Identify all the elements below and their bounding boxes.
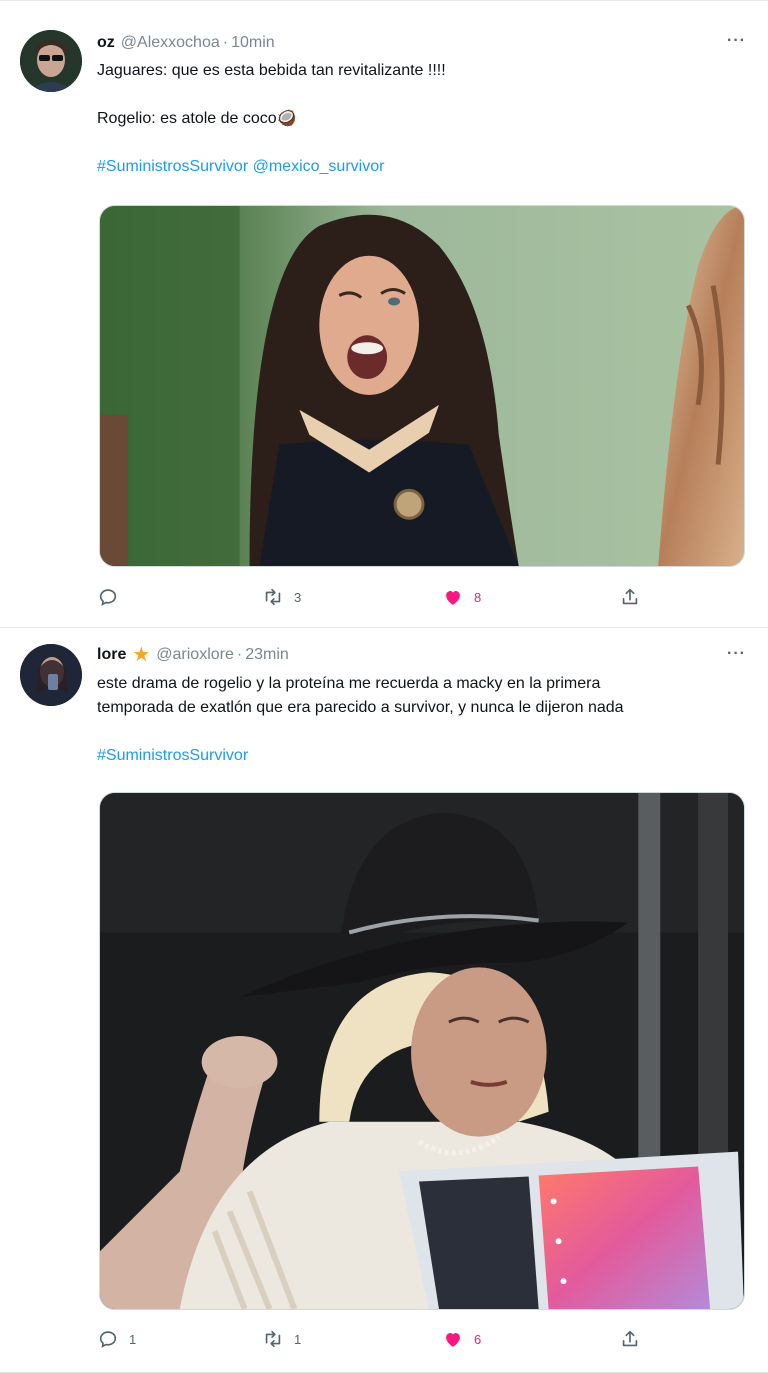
tweet-actions: 3 8 (97, 586, 657, 610)
retweet-count: 1 (294, 1331, 302, 1347)
share-button[interactable] (619, 1328, 641, 1350)
separator: · (236, 646, 243, 663)
more-options-button[interactable]: ··· (727, 32, 746, 50)
retweet-button[interactable]: 1 (262, 1328, 301, 1350)
like-button[interactable]: 8 (442, 586, 481, 608)
tweet-header: lore ★ @arioxlore · 23min (97, 644, 289, 666)
tweet-text-gap (97, 131, 748, 155)
tweet-text-line: Jaguares: que es esta bebida tan revital… (97, 62, 446, 79)
tweet-text-gap (97, 720, 748, 744)
like-button[interactable]: 6 (442, 1328, 481, 1350)
timestamp[interactable]: 23min (245, 646, 289, 664)
share-icon (622, 1330, 638, 1347)
display-name[interactable]: oz (97, 34, 115, 52)
like-count: 6 (474, 1331, 482, 1347)
retweet-count: 3 (294, 589, 302, 605)
tweet[interactable]: lore ★ @arioxlore · 23min ··· este drama… (0, 628, 768, 1373)
tweet-header: oz @Alexxochoa · 10min (97, 32, 275, 54)
reply-count: 1 (129, 1331, 137, 1347)
share-button[interactable] (619, 586, 641, 608)
display-name[interactable]: lore (97, 646, 126, 664)
hashtag-link[interactable]: #SuministrosSurvivor @mexico_survivor (97, 155, 748, 179)
reply-button[interactable] (97, 586, 129, 608)
timestamp[interactable]: 10min (231, 34, 275, 52)
heart-icon (446, 1333, 460, 1347)
heart-icon (446, 591, 460, 605)
reply-icon (99, 1331, 117, 1348)
more-options-button[interactable]: ··· (727, 645, 746, 663)
tweet-text-line: Rogelio: es atole de coco🥥 (97, 110, 297, 127)
user-handle[interactable]: @arioxlore (156, 646, 234, 664)
tweet-media-image[interactable] (99, 205, 745, 567)
tweet-media-image[interactable] (99, 792, 745, 1310)
hashtag-link[interactable]: #SuministrosSurvivor (97, 744, 748, 768)
tweet-actions: 1 1 6 (97, 1328, 657, 1352)
retweet-icon (265, 588, 281, 606)
retweet-icon (265, 1330, 281, 1348)
avatar[interactable] (20, 644, 82, 706)
tweet-text-gap (97, 83, 748, 107)
reply-icon (99, 589, 117, 606)
tweet-text: Jaguares: que es esta bebida tan revital… (97, 59, 748, 179)
tweet-text-line: temporada de exatlón que era parecido a … (97, 699, 624, 716)
user-handle[interactable]: @Alexxochoa (121, 34, 220, 52)
tweet-text: este drama de rogelio y la proteína me r… (97, 672, 748, 768)
share-icon (622, 588, 638, 605)
separator: · (222, 34, 229, 51)
like-count: 8 (474, 589, 482, 605)
reply-button[interactable]: 1 (97, 1328, 136, 1350)
tweet[interactable]: oz @Alexxochoa · 10min ··· Jaguares: que… (0, 0, 768, 628)
avatar[interactable] (20, 30, 82, 92)
retweet-button[interactable]: 3 (262, 586, 301, 608)
tweet-text-line: este drama de rogelio y la proteína me r… (97, 675, 601, 692)
star-icon: ★ (132, 644, 151, 666)
